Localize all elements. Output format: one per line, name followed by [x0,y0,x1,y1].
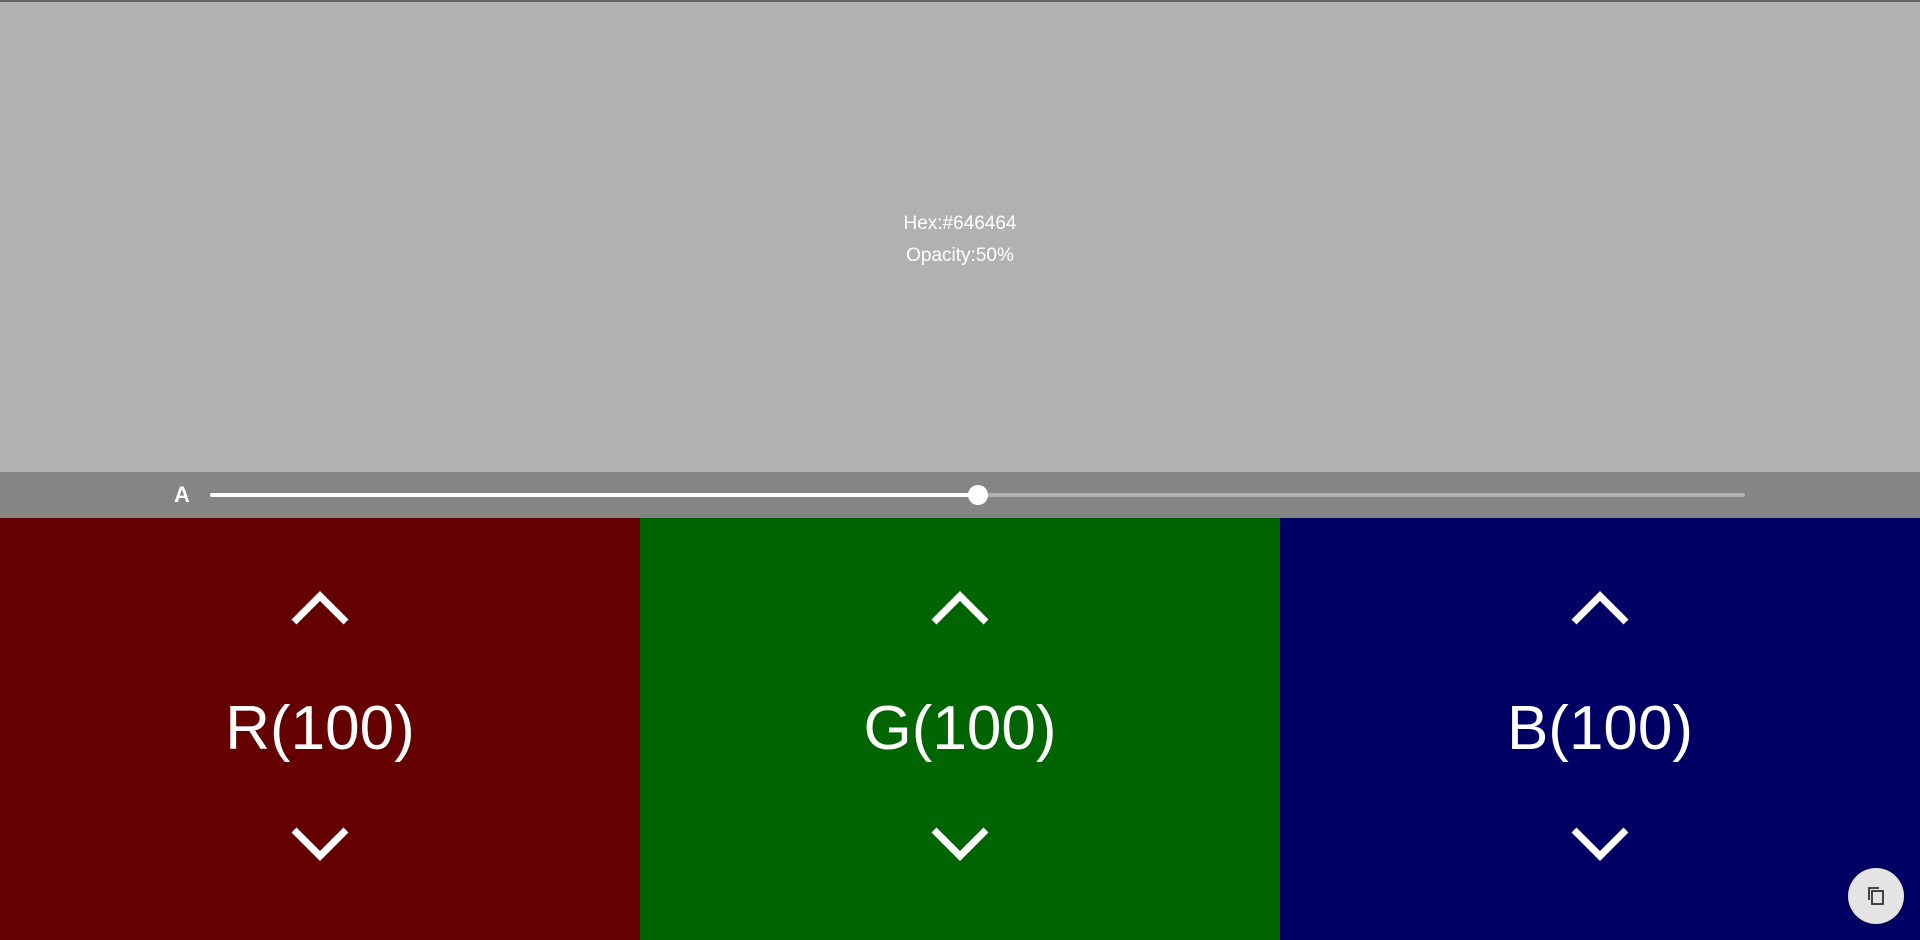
color-info: Hex:#646464 Opacity:50% [0,208,1920,272]
alpha-slider-fill [210,493,978,497]
red-channel: R(100) [0,518,640,940]
green-value: G(100) [863,694,1057,763]
color-preview: Hex:#646464 Opacity:50% [0,2,1920,472]
red-value: R(100) [225,694,415,763]
alpha-slider-bar: A [0,472,1920,518]
blue-value: B(100) [1506,694,1694,763]
alpha-label: A [174,482,190,507]
blue-increase-button[interactable] [1570,588,1630,628]
chevron-up-icon [1571,591,1629,625]
copy-icon [1868,887,1884,905]
chevron-up-icon [291,591,349,625]
blue-channel: B(100) [1280,518,1920,940]
chevron-down-icon [931,827,989,861]
alpha-slider-thumb[interactable] [968,485,988,505]
hex-value: Hex:#646464 [903,213,1017,234]
red-decrease-button[interactable] [290,824,350,864]
green-decrease-button[interactable] [930,824,990,864]
chevron-down-icon [291,827,349,861]
copy-button[interactable] [1848,868,1904,924]
rgb-channels: R(100) G(100) B(100) [0,518,1920,940]
green-increase-button[interactable] [930,588,990,628]
green-channel: G(100) [640,518,1280,940]
opacity-value: Opacity:50% [906,245,1014,266]
blue-decrease-button[interactable] [1570,824,1630,864]
alpha-slider-track[interactable] [210,485,1745,505]
chevron-up-icon [931,591,989,625]
chevron-down-icon [1571,827,1629,861]
red-increase-button[interactable] [290,588,350,628]
